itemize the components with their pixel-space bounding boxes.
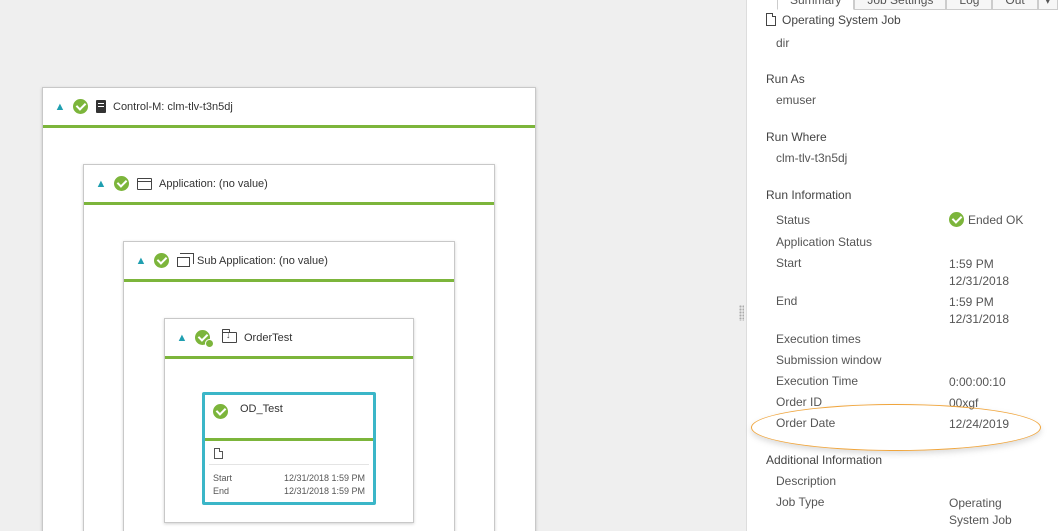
run-information-heading: Run Information bbox=[766, 188, 852, 202]
job-end-label: End bbox=[213, 486, 230, 496]
application-status-label: Application Status bbox=[776, 235, 873, 249]
window-icon bbox=[137, 177, 152, 190]
status-value: Ended OK bbox=[968, 213, 1024, 227]
execution-times-label: Execution times bbox=[776, 332, 861, 346]
status-ok-icon bbox=[114, 176, 129, 191]
order-id-value: 00xgf bbox=[949, 396, 979, 410]
tab-log[interactable]: Log bbox=[946, 0, 993, 10]
collapse-chevron-icon[interactable]: ▲ bbox=[175, 331, 189, 345]
folder-header: ▲ OrderTest bbox=[165, 319, 413, 359]
job-type-label: Job Type bbox=[776, 495, 825, 509]
execution-time-label: Execution Time bbox=[776, 374, 859, 388]
job-type-line2: System Job bbox=[949, 513, 1012, 527]
collapse-chevron-icon[interactable]: ▲ bbox=[134, 254, 148, 268]
status-ok-icon bbox=[949, 212, 964, 227]
application-title: Application: (no value) bbox=[159, 177, 268, 190]
panel-tabs: Summary Job Settings Log Out ▾ bbox=[777, 0, 1058, 10]
job-type-line1: Operating bbox=[949, 496, 1002, 510]
document-icon bbox=[766, 13, 776, 26]
control-m-title: Control-M: clm-tlv-t3n5dj bbox=[113, 100, 233, 113]
end-time: 1:59 PM bbox=[949, 295, 994, 309]
windows-stack-icon bbox=[177, 253, 194, 267]
status-ok-icon bbox=[73, 99, 88, 114]
divider bbox=[209, 464, 369, 465]
order-date-label: Order Date bbox=[776, 416, 836, 430]
status-label: Status bbox=[776, 213, 811, 227]
order-id-label: Order ID bbox=[776, 395, 823, 409]
folder-icon bbox=[221, 329, 237, 343]
run-where-label: Run Where bbox=[766, 130, 827, 144]
job-start-label: Start bbox=[213, 473, 233, 483]
job-name: OD_Test bbox=[240, 403, 283, 415]
application-header: ▲ Application: (no value) bbox=[84, 165, 494, 205]
tabs-overflow-chevron-icon[interactable]: ▾ bbox=[1037, 0, 1058, 10]
execution-time-value: 0:00:00:10 bbox=[949, 375, 1006, 389]
status-ok-icon bbox=[213, 404, 228, 419]
run-as-label: Run As bbox=[766, 72, 805, 86]
end-date: 12/31/2018 bbox=[949, 312, 1010, 326]
tab-output[interactable]: Out bbox=[992, 0, 1038, 10]
order-date-value: 12/24/2019 bbox=[949, 417, 1010, 431]
collapse-chevron-icon[interactable]: ▲ bbox=[53, 100, 67, 114]
job-end-row: End 12/31/2018 1:59 PM bbox=[213, 486, 365, 496]
job-end-value: 12/31/2018 1:59 PM bbox=[283, 486, 365, 496]
run-as-value: emuser bbox=[776, 93, 817, 107]
job-card-header: OD_Test bbox=[205, 395, 373, 441]
additional-information-heading: Additional Information bbox=[766, 453, 883, 467]
job-start-value: 12/31/2018 1:59 PM bbox=[283, 473, 365, 483]
start-label: Start bbox=[776, 256, 802, 270]
end-label: End bbox=[776, 294, 798, 308]
job-card[interactable]: OD_Test Start 12/31/2018 1:59 PM End 12/… bbox=[202, 392, 376, 505]
start-date: 12/31/2018 bbox=[949, 274, 1010, 288]
server-icon bbox=[96, 100, 106, 113]
job-start-row: Start 12/31/2018 1:59 PM bbox=[213, 473, 365, 483]
run-where-value: clm-tlv-t3n5dj bbox=[776, 151, 848, 165]
status-ok-icon bbox=[154, 253, 169, 268]
submission-window-label: Submission window bbox=[776, 353, 882, 367]
drag-grip-icon[interactable] bbox=[739, 305, 744, 321]
sub-application-header: ▲ Sub Application: (no value) bbox=[124, 242, 454, 282]
document-icon bbox=[214, 448, 223, 459]
folder-title: OrderTest bbox=[244, 331, 293, 344]
description-label: Description bbox=[776, 474, 837, 488]
job-details-panel: Summary Job Settings Log Out ▾ Operating… bbox=[746, 0, 1059, 531]
collapse-chevron-icon[interactable]: ▲ bbox=[94, 177, 108, 191]
command-value: dir bbox=[776, 36, 790, 50]
tab-summary[interactable]: Summary bbox=[777, 0, 855, 10]
sub-application-title: Sub Application: (no value) bbox=[197, 254, 328, 267]
status-ok-icon bbox=[195, 330, 214, 348]
tab-job-settings[interactable]: Job Settings bbox=[854, 0, 947, 10]
control-m-header: ▲ Control-M: clm-tlv-t3n5dj bbox=[43, 88, 535, 128]
panel-splitter[interactable] bbox=[737, 0, 746, 531]
flow-canvas[interactable]: ▲ Control-M: clm-tlv-t3n5dj ▲ Applicatio… bbox=[0, 0, 737, 531]
start-time: 1:59 PM bbox=[949, 257, 994, 271]
job-kind: Operating System Job bbox=[782, 13, 901, 27]
